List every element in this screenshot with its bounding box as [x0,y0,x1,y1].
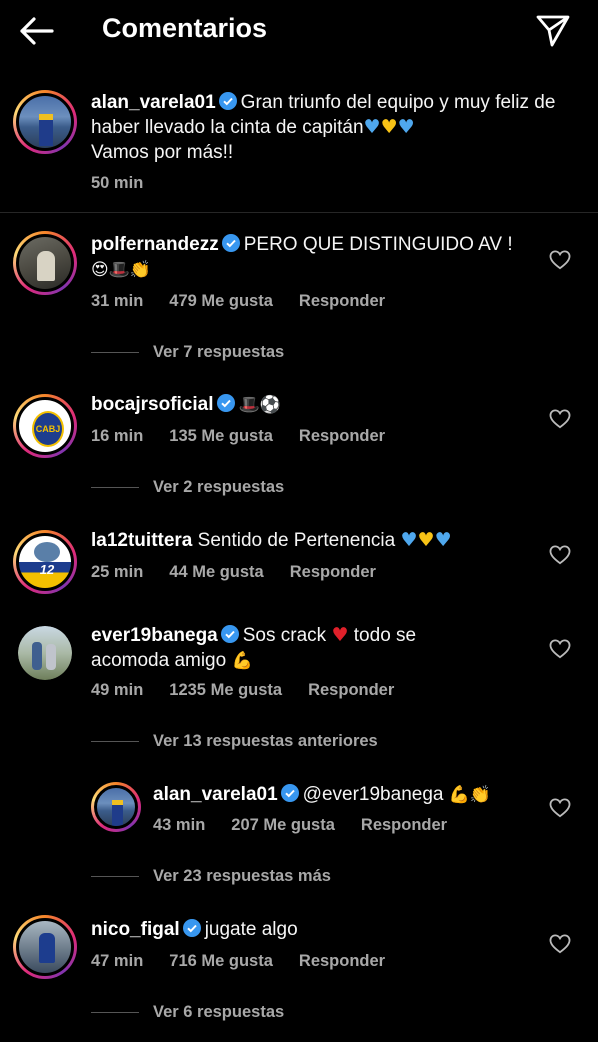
view-replies-link[interactable]: Ver 6 respuestas [91,1003,284,1022]
likes-count[interactable]: 479 Me gusta [169,292,273,310]
comment-meta: 49 min 1235 Me gusta Responder [91,681,395,699]
reply-button[interactable]: Responder [308,681,394,699]
comment-meta: 31 min 479 Me gusta Responder [91,292,386,310]
comment-text: la12tuittera Sentido de Pertenencia ♥♥♥ [91,529,452,551]
reply-button[interactable]: Responder [299,427,385,445]
heart-icon[interactable] [549,639,571,659]
avatar[interactable] [91,782,141,832]
mention-link[interactable]: @ever19banega [303,784,444,805]
likes-count[interactable]: 207 Me gusta [231,816,335,834]
view-replies-link[interactable]: Ver 7 respuestas [91,343,284,362]
comment-text: ever19banega Sos crack ♥ todo se acomoda … [91,624,417,671]
caption-text: alan_varela01 Gran triunfo del equipo y m… [91,92,556,163]
comment-text: alan_varela01 @ever19banega 💪👏 [153,784,492,805]
username[interactable]: nico_figal [91,919,180,940]
avatar-number: 12 [39,562,55,577]
view-replies-link[interactable]: Ver 13 respuestas anteriores [91,732,378,751]
comment-meta: 50 min [91,174,144,192]
verified-icon [218,92,237,110]
avatar[interactable] [18,626,72,680]
reply-button[interactable]: Responder [361,816,447,834]
heart-icon[interactable] [549,934,571,954]
verified-icon [221,234,240,252]
divider [0,212,598,213]
heart-icon[interactable] [549,545,571,565]
reply-button[interactable]: Responder [299,292,385,310]
view-replies-link[interactable]: Ver 2 respuestas [91,478,284,497]
avatar[interactable] [13,231,77,295]
comment-meta: 47 min 716 Me gusta Responder [91,952,386,970]
avatar[interactable] [13,915,77,979]
username[interactable]: alan_varela01 [153,784,278,805]
username[interactable]: alan_varela01 [91,92,216,113]
page-title: Comentarios [102,13,268,43]
verified-icon [216,394,235,412]
comment-meta: 43 min 207 Me gusta Responder [153,816,448,834]
header: Comentarios [0,0,598,62]
username[interactable]: polfernandezz [91,234,219,255]
likes-count[interactable]: 716 Me gusta [169,952,273,970]
likes-count[interactable]: 44 Me gusta [169,563,263,581]
heart-icon[interactable] [549,250,571,270]
view-replies-link[interactable]: Ver 23 respuestas más [91,867,331,886]
verified-icon [220,625,239,643]
avatar[interactable]: CABJ [13,394,77,458]
send-icon[interactable] [535,12,571,48]
likes-count[interactable]: 1235 Me gusta [169,681,282,699]
comment-text: nico_figal jugate algo [91,919,298,940]
club-crest-text: CABJ [35,424,61,434]
likes-count[interactable]: 135 Me gusta [169,427,273,445]
username[interactable]: la12tuittera [91,530,192,551]
back-arrow-icon[interactable] [16,14,56,48]
avatar[interactable] [13,90,77,154]
reply-button[interactable]: Responder [290,563,376,581]
comment-text: polfernandezz PERO QUE DISTINGUIDO AV ! 😍… [91,234,513,280]
verified-icon [280,784,299,802]
comment-meta: 25 min 44 Me gusta Responder [91,563,376,581]
comment-meta: 16 min 135 Me gusta Responder [91,427,386,445]
username[interactable]: bocajrsoficial [91,394,214,415]
heart-icon[interactable] [549,409,571,429]
emoji-text: 😍🎩👏 [91,260,152,280]
avatar[interactable]: 12 [13,530,77,594]
comment-text: bocajrsoficial 🎩⚽ [91,394,281,415]
heart-icon[interactable] [549,798,571,818]
verified-icon [182,919,201,937]
username[interactable]: ever19banega [91,625,218,646]
reply-button[interactable]: Responder [299,952,385,970]
